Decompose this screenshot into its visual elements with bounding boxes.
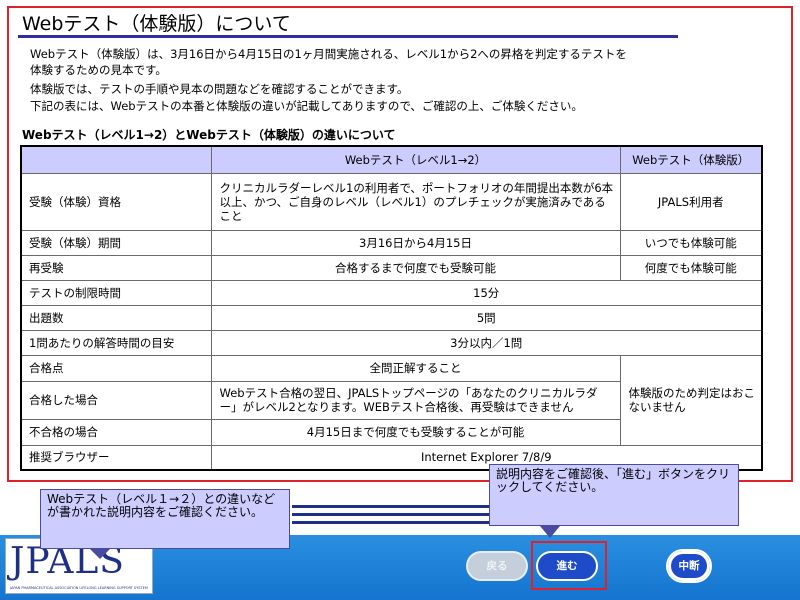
intro-line-4: 下記の表には、Webテストの本番と体験版の違いが記載してありますので、ご確認の上… (30, 99, 583, 113)
row-trial-value: JPALS利用者 (619, 172, 763, 231)
table-header-trial: Webテスト（体験版） (619, 145, 763, 174)
row-label: テストの制限時間 (20, 279, 212, 306)
row-trial-merged-note: 体験版のため判定はおこないません (619, 354, 763, 446)
row-trial-value: いつでも体験可能 (619, 229, 763, 256)
row-label: 受験（体験）資格 (20, 172, 212, 231)
comparison-table: Webテスト（レベル1→2） Webテスト（体験版） 受験（体験）資格 クリニカ… (20, 145, 763, 471)
intro-line-3: 体験版では、テストの手順や見本の問題などを確認することができます。 (30, 82, 409, 96)
row-main-value: 4月15日まで何度でも受験することが可能 (210, 418, 621, 446)
intro-line-1: Webテスト（体験版）は、3月16日から4月15日の1ヶ月間実施される、レベル1… (30, 47, 627, 61)
callout-pointer (90, 549, 110, 559)
intro-line-2: 体験するための見本です。 (30, 63, 167, 77)
instruction-callout-left: Webテスト（レベル１→２）との違いなどが書かれた説明内容をご確認ください。 (40, 489, 290, 549)
decorative-stripe (292, 505, 492, 508)
row-label: 再受験 (20, 254, 212, 281)
table-row: 出題数 5問 (20, 304, 763, 331)
row-main-value: クリニカルラダーレベル1の利用者で、ポートフォリオの年間提出本数が6本以上、かつ… (210, 172, 621, 231)
table-row: 再受験 合格するまで何度でも受験可能 何度でも体験可能 (20, 254, 763, 281)
table-header-blank (20, 145, 212, 174)
row-label: 出題数 (20, 304, 212, 331)
next-button[interactable]: 進む (536, 551, 598, 581)
row-trial-value: 何度でも体験可能 (619, 254, 763, 281)
table-row: 合格点 全問正解すること 体験版のため判定はおこないません (20, 354, 763, 446)
row-common-value: 3分以内／1問 (210, 329, 763, 356)
callout-pointer (540, 526, 560, 538)
row-label: 1問あたりの解答時間の目安 (20, 329, 212, 356)
table-row: テストの制限時間 15分 (20, 279, 763, 306)
row-main-value: 合格するまで何度でも受験可能 (210, 254, 621, 281)
logo-subtext: JAPAN PHARMACEUTICAL ASSOCIATION LIFELON… (10, 586, 148, 590)
back-button[interactable]: 戻る (466, 551, 528, 581)
table-row: 1問あたりの解答時間の目安 3分以内／1問 (20, 329, 763, 356)
row-main-value: Webテスト合格の翌日、JPALSトップページの「あなたのクリニカルラダー」がレ… (210, 380, 621, 420)
row-label: 推奨ブラウザー (20, 444, 212, 471)
page-title: Webテスト（体験版）について (18, 12, 678, 38)
table-row: 受験（体験）期間 3月16日から4月15日 いつでも体験可能 (20, 229, 763, 256)
row-label: 合格した場合 (20, 380, 212, 420)
table-header-main: Webテスト（レベル1→2） (210, 145, 621, 174)
instruction-callout-right: 説明内容をご確認後、「進む」ボタンをクリックしてください。 (489, 464, 739, 526)
row-common-value: 5問 (210, 304, 763, 331)
row-label: 不合格の場合 (20, 418, 212, 446)
row-main-value: 3月16日から4月15日 (210, 229, 621, 256)
decorative-stripe (292, 521, 492, 524)
table-header-row: Webテスト（レベル1→2） Webテスト（体験版） (20, 145, 763, 174)
table-heading: Webテスト（レベル1→2）とWebテスト（体験版）の違いについて (22, 128, 396, 142)
row-main-value: 全問正解すること (210, 354, 621, 382)
decorative-stripe (292, 513, 492, 516)
quit-button[interactable]: 中断 (666, 549, 712, 583)
row-label: 合格点 (20, 354, 212, 382)
row-common-value: 15分 (210, 279, 763, 306)
table-row: 受験（体験）資格 クリニカルラダーレベル1の利用者で、ポートフォリオの年間提出本… (20, 172, 763, 231)
row-label: 受験（体験）期間 (20, 229, 212, 256)
